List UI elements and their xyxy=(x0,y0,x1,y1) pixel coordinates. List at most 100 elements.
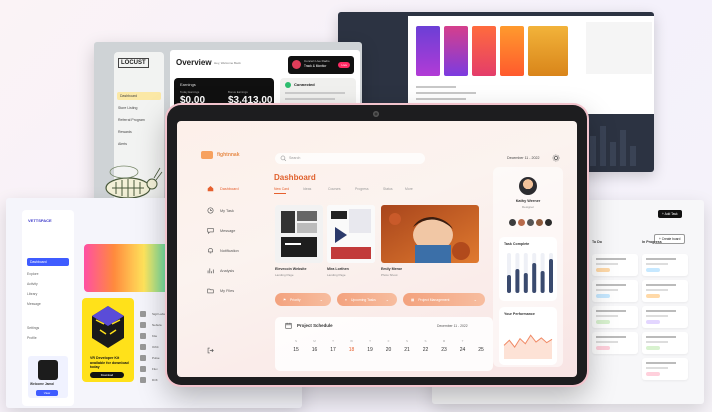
tab-ideas[interactable]: Ideas xyxy=(303,187,311,191)
page-title: Dashboard xyxy=(274,173,316,182)
task-card[interactable] xyxy=(642,280,688,302)
artwork-thumb[interactable] xyxy=(500,26,524,76)
bell-icon xyxy=(208,248,213,254)
schedule-date-number[interactable]: 22 xyxy=(419,347,433,353)
pill-label: Project Management xyxy=(418,297,450,302)
vettspace-nav-activity[interactable]: Activity xyxy=(27,282,69,286)
sidebar-item-my-task[interactable]: My Task xyxy=(207,207,234,214)
list-icon: ≡ xyxy=(345,297,347,302)
task-bar xyxy=(540,271,545,293)
vettspace-nav-explore[interactable]: Explore xyxy=(27,272,69,276)
tab-new-card[interactable]: New Card xyxy=(274,187,289,191)
project-card-thumb[interactable] xyxy=(327,205,375,263)
schedule-date-number[interactable]: 24 xyxy=(456,347,470,353)
sidebar-item-dashboard[interactable]: Dashboard xyxy=(207,185,239,192)
schedule-day-label: F xyxy=(387,339,390,343)
team-avatar[interactable] xyxy=(545,219,552,226)
project-card-thumb[interactable] xyxy=(275,205,323,263)
schedule-date-number[interactable]: 25 xyxy=(474,347,488,353)
grid-icon: ▦ xyxy=(411,297,415,302)
current-date: December 11 - 2022 xyxy=(507,156,540,160)
schedule-date: December 11 - 2022 xyxy=(437,324,468,328)
schedule-date-number[interactable]: 21 xyxy=(400,347,414,353)
row-label: Pulse xyxy=(152,356,160,360)
vettspace-nav-message[interactable]: Message xyxy=(27,302,69,306)
text-line xyxy=(416,86,456,88)
vettspace-nav-settings[interactable]: Settings xyxy=(27,326,69,330)
artwork-thumb[interactable] xyxy=(472,26,496,76)
gear-icon[interactable] xyxy=(552,154,560,162)
earnings-today-label: Today Earnings xyxy=(180,90,200,94)
task-card[interactable] xyxy=(592,306,638,328)
tab-progress[interactable]: Progress xyxy=(355,187,369,191)
task-card[interactable] xyxy=(592,254,638,276)
profile-panel: Kathy Werner Designer Task Complete Your… xyxy=(493,167,563,367)
task-card[interactable] xyxy=(592,280,638,302)
task-card[interactable] xyxy=(642,254,688,276)
schedule-day-label: S xyxy=(294,339,297,343)
locust-nav-alerts[interactable]: Alerts xyxy=(118,142,127,146)
avatar[interactable] xyxy=(519,177,537,195)
tab-status[interactable]: Status xyxy=(383,187,393,191)
project-title: Emily Meroe xyxy=(381,267,403,271)
priority-pill-button[interactable]: ⚑ Priority ⌄ xyxy=(275,293,331,306)
vettspace-nav-library[interactable]: Library xyxy=(27,292,69,296)
add-task-button[interactable]: + Add Task xyxy=(658,210,682,218)
sidebar-item-message[interactable]: Message xyxy=(207,227,235,234)
task-card[interactable] xyxy=(642,306,688,328)
search-input[interactable]: Search xyxy=(275,153,425,164)
schedule-day-label: T xyxy=(332,339,334,343)
sidebar-item-notification[interactable]: Notification xyxy=(207,247,239,254)
live-caption: Concert Live Radio xyxy=(304,59,330,63)
vettspace-nav-dashboard[interactable]: Dashboard xyxy=(27,258,69,266)
schedule-date-number[interactable]: 16 xyxy=(308,347,322,353)
locust-nav-referral[interactable]: Referral Program xyxy=(118,118,145,122)
artwork-thumb[interactable] xyxy=(528,26,568,76)
text-line xyxy=(285,92,345,94)
sidebar-item-my-files[interactable]: My Files xyxy=(207,287,234,294)
sidebar-item-analysis[interactable]: Analysis xyxy=(207,267,234,274)
folder-icon xyxy=(207,288,214,294)
row-label: Sigil Labs xyxy=(152,312,166,316)
schedule-date-number[interactable]: 17 xyxy=(326,347,340,353)
welcome-view-button[interactable]: View xyxy=(36,390,58,396)
dashboard-screen: fightnnak Dashboard My Task Message Noti… xyxy=(177,121,577,377)
promo-download-button[interactable]: Download xyxy=(90,372,124,378)
artwork-thumb[interactable] xyxy=(444,26,468,76)
vr-cube-icon xyxy=(92,306,124,348)
artwork-thumb[interactable] xyxy=(416,26,440,76)
brand-logo-icon xyxy=(201,151,213,159)
project-title: Mira Lorthen xyxy=(327,267,349,271)
team-avatar[interactable] xyxy=(536,219,543,226)
project-preview-image xyxy=(327,205,375,263)
task-card[interactable] xyxy=(642,332,688,354)
project-card-thumb[interactable] xyxy=(381,205,479,263)
task-card[interactable] xyxy=(592,332,638,354)
schedule-date-number[interactable]: 20 xyxy=(382,347,396,353)
camera-icon xyxy=(373,111,379,117)
schedule-date-number[interactable]: 18 xyxy=(345,347,359,353)
project-management-pill-button[interactable]: ▦ Project Management ⌄ xyxy=(403,293,485,306)
locust-nav-dashboard[interactable]: Dashboard xyxy=(117,92,161,100)
team-avatar[interactable] xyxy=(518,219,525,226)
logout-icon[interactable] xyxy=(207,347,214,354)
text-line xyxy=(285,98,335,100)
schedule-date-number[interactable]: 23 xyxy=(437,347,451,353)
team-avatar[interactable] xyxy=(509,219,516,226)
brand[interactable]: fightnnak xyxy=(201,151,240,159)
schedule-day-label: M xyxy=(442,339,446,343)
tab-courses[interactable]: Courses xyxy=(328,187,341,191)
vettspace-nav-profile[interactable]: Profile xyxy=(27,336,69,340)
schedule-date-number[interactable]: 15 xyxy=(289,347,303,353)
locust-nav-rewards[interactable]: Rewards xyxy=(118,130,132,134)
upcoming-tasks-pill-button[interactable]: ≡ Upcoming Tasks ⌄ xyxy=(337,293,397,306)
schedule-date-number[interactable]: 19 xyxy=(363,347,377,353)
sidebar-item-label: Dashboard xyxy=(220,186,239,191)
schedule-day-label: S xyxy=(405,339,408,343)
team-avatar[interactable] xyxy=(527,219,534,226)
tab-more[interactable]: More xyxy=(405,187,413,191)
profile-role: Designer xyxy=(521,205,534,209)
locust-live-strip[interactable]: Concert Live Radio Track & Monitor Live xyxy=(288,56,354,74)
task-card[interactable] xyxy=(642,358,688,380)
locust-nav-store-listing[interactable]: Store Listing xyxy=(118,106,137,110)
